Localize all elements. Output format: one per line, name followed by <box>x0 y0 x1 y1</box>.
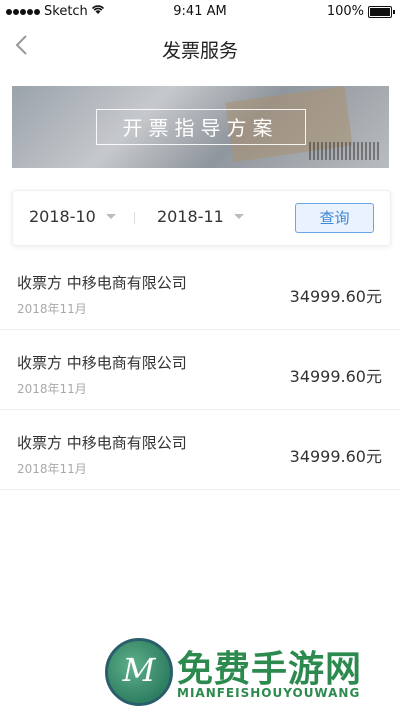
watermark-logo: M <box>105 638 173 706</box>
guide-banner[interactable]: 开票指导方案 <box>12 86 389 168</box>
invoice-list: 收票方 中移电商有限公司 2018年11月 34999.60元 收票方 中移电商… <box>0 250 400 490</box>
invoice-amount: 34999.60元 <box>289 287 382 306</box>
invoice-date: 2018年11月 <box>17 382 87 396</box>
invoice-date: 2018年11月 <box>17 302 87 316</box>
watermark-subtitle: MIANFEISHOUYOUWANG <box>177 686 361 700</box>
banner-title: 开票指导方案 <box>122 116 279 140</box>
invoice-amount: 34999.60元 <box>289 447 382 466</box>
end-month-value: 2018-11 <box>157 207 224 226</box>
caret-down-icon <box>233 214 244 219</box>
invoice-amount: 34999.60元 <box>289 367 382 386</box>
recipient-label: 收票方 中移电商有限公司 <box>17 354 187 372</box>
battery-percent: 100% <box>326 4 364 19</box>
list-item[interactable]: 收票方 中移电商有限公司 2018年11月 34999.60元 <box>0 410 400 490</box>
status-bar: Sketch 9:41 AM 100% <box>0 0 400 24</box>
start-month-select[interactable]: 2018-10 <box>29 207 116 226</box>
recipient-label: 收票方 中移电商有限公司 <box>17 274 187 292</box>
end-month-select[interactable]: 2018-11 <box>157 207 244 226</box>
watermark-logo-letter: M <box>122 651 156 689</box>
banner-barcode-graphic <box>309 142 379 160</box>
divider <box>134 212 135 224</box>
invoice-date: 2018年11月 <box>17 462 87 476</box>
page-title: 发票服务 <box>161 40 238 62</box>
battery-icon <box>368 5 395 18</box>
caret-down-icon <box>105 214 116 219</box>
query-button[interactable]: 查询 <box>295 203 374 233</box>
battery-area: 100% <box>326 4 395 19</box>
list-item[interactable]: 收票方 中移电商有限公司 2018年11月 34999.60元 <box>0 330 400 410</box>
site-watermark: M 免费手游网 MIANFEISHOUYOUWANG <box>105 638 395 708</box>
navigation-bar: 发票服务 <box>0 24 400 74</box>
date-filter: 2018-10 2018-11 查询 <box>12 190 391 246</box>
watermark-title: 免费手游网 <box>177 649 363 690</box>
list-item[interactable]: 收票方 中移电商有限公司 2018年11月 34999.60元 <box>0 250 400 330</box>
recipient-label: 收票方 中移电商有限公司 <box>17 434 187 452</box>
start-month-value: 2018-10 <box>29 207 96 226</box>
